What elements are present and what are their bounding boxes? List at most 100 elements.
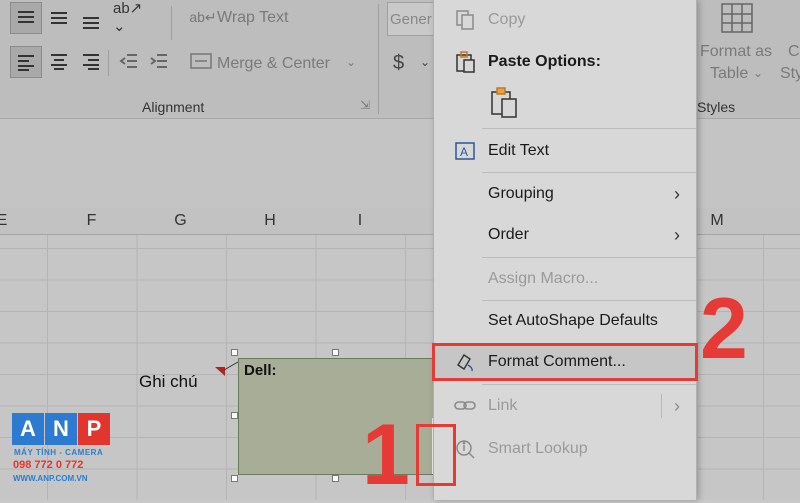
menu-item-smart-lookup[interactable]: Smart Lookup (434, 431, 696, 467)
menu-item-grouping[interactable]: Grouping › (434, 176, 696, 212)
menu-item-label: Assign Macro... (488, 270, 599, 287)
cell-styles-label-line1[interactable]: C (788, 43, 800, 61)
menu-item-label: Grouping (488, 185, 554, 202)
align-right-icon (83, 54, 99, 70)
align-middle-icon (51, 12, 67, 24)
link-icon (454, 401, 476, 410)
paste-icon (456, 51, 475, 73)
menu-item-edit-text[interactable]: A Edit Text (434, 133, 696, 169)
column-header-i[interactable]: I (315, 208, 405, 234)
orientation-button[interactable]: ab↗ ⌄ (113, 0, 157, 35)
number-format-value: Gener (390, 11, 432, 28)
resize-handle[interactable] (231, 412, 238, 419)
menu-item-order[interactable]: Order › (434, 217, 696, 253)
edit-text-icon: A (455, 142, 475, 160)
menu-item-label: Order (488, 226, 529, 243)
column-header-h[interactable]: H (225, 208, 315, 234)
menu-separator (482, 300, 696, 301)
watermark-site: WWW.ANP.COM.VN (13, 474, 88, 483)
resize-handle[interactable] (332, 349, 339, 356)
resize-handle[interactable] (332, 475, 339, 482)
menu-item-label: Smart Lookup (488, 440, 588, 457)
align-right-button[interactable] (76, 46, 106, 76)
format-as-table-chevron-icon[interactable]: ⌄ (753, 66, 763, 80)
split-divider (661, 394, 662, 418)
align-left-icon (18, 55, 34, 71)
paste-options-label: Paste Options: (488, 53, 601, 70)
paste-options-header: Paste Options: (434, 44, 696, 80)
resize-handle[interactable] (231, 349, 238, 356)
menu-item-copy[interactable]: Copy (434, 2, 696, 38)
highlight-resize-handle (416, 424, 456, 486)
increase-indent-button[interactable] (144, 46, 174, 76)
wrap-text-label[interactable]: Wrap Text (217, 9, 288, 27)
merge-dropdown-chevron-icon[interactable]: ⌄ (346, 55, 356, 69)
submenu-arrow-icon: › (674, 183, 680, 204)
decrease-indent-button[interactable] (114, 46, 144, 76)
format-as-table-icon[interactable] (718, 0, 758, 38)
resize-handle[interactable] (231, 475, 238, 482)
menu-separator (482, 257, 696, 258)
smart-lookup-icon (456, 440, 475, 459)
menu-item-label: Edit Text (488, 142, 550, 159)
menu-item-label: Copy (488, 11, 526, 28)
align-center-button[interactable] (44, 46, 74, 76)
menu-separator (482, 172, 696, 173)
step-number-1: 1 (362, 407, 410, 503)
watermark-phone: 098 772 0 772 (13, 459, 84, 471)
logo-letter-p: P (78, 413, 110, 445)
align-middle-button[interactable] (44, 2, 74, 32)
copy-icon (456, 10, 474, 30)
anp-logo: A N P (12, 413, 110, 445)
decrease-indent-icon (119, 54, 137, 68)
currency-dropdown-chevron-icon[interactable]: ⌄ (420, 55, 430, 69)
watermark-tagline: MÁY TÍNH - CAMERA (14, 448, 104, 457)
logo-letter-a: A (12, 413, 44, 445)
paste-keep-source-icon[interactable] (490, 87, 520, 119)
cell-text[interactable]: Ghi chú (139, 372, 198, 392)
comment-author: Dell: (244, 362, 277, 379)
menu-item-assign-macro[interactable]: Assign Macro... (434, 261, 696, 297)
align-left-button[interactable] (10, 46, 42, 78)
column-header-f[interactable]: F (47, 208, 136, 234)
align-top-button[interactable] (10, 2, 42, 34)
logo-letter-n: N (45, 413, 77, 445)
styles-group-label: Styles (697, 99, 736, 115)
number-format-dropdown[interactable]: Gener (387, 2, 435, 36)
increase-indent-icon (150, 54, 167, 68)
context-menu: Copy Paste Options: A Edit Text Grouping… (433, 0, 697, 500)
submenu-arrow-icon: › (674, 224, 680, 245)
align-top-icon (18, 11, 34, 23)
menu-item-label: Set AutoShape Defaults (488, 312, 658, 329)
submenu-arrow-icon: › (674, 395, 680, 416)
menu-item-set-autoshape-defaults[interactable]: Set AutoShape Defaults (434, 303, 696, 339)
wrap-text-icon-button[interactable]: ab↵ (188, 2, 218, 32)
align-bottom-icon (83, 17, 99, 29)
currency-format-button[interactable]: $ (393, 52, 404, 75)
ribbon-divider (378, 4, 379, 114)
column-header-g[interactable]: G (136, 208, 225, 234)
column-header-m[interactable]: M (696, 208, 738, 234)
merge-center-icon-button[interactable] (186, 46, 216, 76)
menu-separator (482, 384, 696, 385)
merge-center-label[interactable]: Merge & Center (217, 55, 330, 73)
wrap-text-icon: ab↵ (189, 8, 217, 25)
cell-styles-label-line2[interactable]: Sty (780, 65, 800, 83)
alignment-dialog-launcher-icon[interactable]: ⇲ (360, 98, 370, 112)
menu-separator (482, 128, 696, 129)
column-header-e[interactable]: E (0, 208, 12, 234)
highlight-format-comment (432, 343, 698, 381)
step-number-2: 2 (700, 281, 748, 377)
align-bottom-button[interactable] (76, 6, 106, 36)
menu-item-label: Link (488, 397, 518, 414)
orientation-icon: ab↗ ⌄ (113, 0, 143, 35)
ribbon-divider (108, 50, 109, 76)
align-center-icon (51, 54, 67, 70)
menu-item-link[interactable]: Link › (434, 388, 696, 424)
format-as-table-label-line2[interactable]: Table (710, 65, 748, 83)
format-as-table-label-line1[interactable]: Format as (700, 43, 772, 61)
svg-text:A: A (460, 145, 468, 159)
ribbon-divider (171, 6, 172, 40)
alignment-group-label: Alignment (142, 99, 205, 115)
merge-center-icon (190, 53, 212, 69)
